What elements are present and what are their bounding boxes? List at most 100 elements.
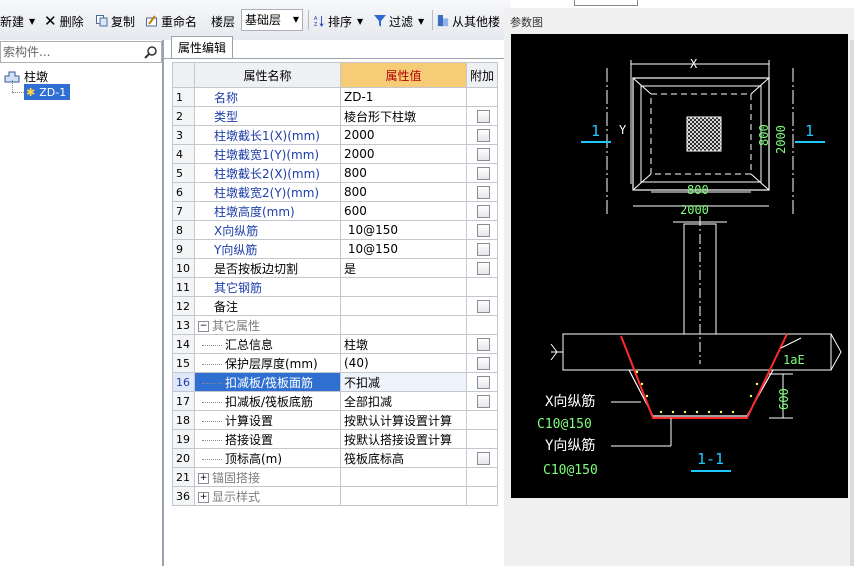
table-row[interactable]: 16 扣减板/筏板面筋 不扣减 xyxy=(172,372,498,392)
property-name-cell[interactable]: 类型 xyxy=(194,106,341,126)
property-name-cell[interactable]: Y向纵筋 xyxy=(194,239,341,259)
property-name-cell[interactable]: 顶标高(m) xyxy=(194,448,341,468)
table-row[interactable]: 20 顶标高(m) 筏板底标高 xyxy=(172,448,498,468)
property-name-cell[interactable]: 名称 xyxy=(194,87,341,107)
rename-button[interactable]: 重命名 xyxy=(146,12,197,30)
property-value-cell[interactable] xyxy=(340,486,467,506)
property-name-cell[interactable]: 扣减板/筏板底筋 xyxy=(194,391,341,411)
property-name-cell[interactable]: 其它钢筋 xyxy=(194,277,341,297)
extra-checkbox[interactable] xyxy=(477,338,490,351)
extra-checkbox[interactable] xyxy=(477,167,490,180)
extra-checkbox[interactable] xyxy=(477,300,490,313)
extra-checkbox[interactable] xyxy=(477,376,490,389)
table-row[interactable]: 3 柱墩截长1(X)(mm) 2000 xyxy=(172,125,498,145)
table-row[interactable]: 10 是否按板边切割 是 xyxy=(172,258,498,278)
table-row[interactable]: 6 柱墩截宽2(Y)(mm) 800 xyxy=(172,182,498,202)
property-value-cell[interactable]: 全部扣减 xyxy=(340,391,467,411)
table-row[interactable]: 14 汇总信息 柱墩 xyxy=(172,334,498,354)
property-value-cell[interactable]: 不扣减 xyxy=(340,372,467,392)
table-row[interactable]: 11 其它钢筋 xyxy=(172,277,498,297)
table-row[interactable]: 21 + 锚固搭接 xyxy=(172,467,498,487)
copy-from-other-floor-button[interactable]: 从其他楼 xyxy=(437,12,500,30)
table-row[interactable]: 15 保护层厚度(mm) (40) xyxy=(172,353,498,373)
new-button[interactable]: 新建 ▼ xyxy=(0,12,35,30)
property-value-cell[interactable] xyxy=(340,315,467,335)
table-row[interactable]: 4 柱墩截宽1(Y)(mm) 2000 xyxy=(172,144,498,164)
property-name-cell[interactable]: 柱墩截宽2(Y)(mm) xyxy=(194,182,341,202)
extra-checkbox[interactable] xyxy=(477,224,490,237)
expand-icon[interactable]: + xyxy=(198,491,209,503)
extra-checkbox[interactable] xyxy=(477,262,490,275)
property-value-cell[interactable] xyxy=(340,467,467,487)
property-value-cell[interactable]: 棱台形下柱墩 xyxy=(340,106,467,126)
extra-checkbox[interactable] xyxy=(477,148,490,161)
property-value-cell[interactable]: 是 xyxy=(340,258,467,278)
extra-checkbox[interactable] xyxy=(477,129,490,142)
property-value-cell[interactable]: 600 xyxy=(340,201,467,221)
tab-property-edit[interactable]: 属性编辑 xyxy=(171,36,233,59)
property-name-cell[interactable]: 柱墩截宽1(Y)(mm) xyxy=(194,144,341,164)
property-value-cell[interactable]: 筏板底标高 xyxy=(340,448,467,468)
expand-icon[interactable]: + xyxy=(198,472,209,484)
extra-checkbox[interactable] xyxy=(477,395,490,408)
property-name-cell[interactable]: + 锚固搭接 xyxy=(194,467,341,487)
property-name-cell[interactable]: 搭接设置 xyxy=(194,429,341,449)
property-value-cell[interactable]: 2000 xyxy=(340,144,467,164)
table-row[interactable]: 12 备注 xyxy=(172,296,498,316)
extra-checkbox[interactable] xyxy=(477,243,490,256)
property-value-cell[interactable] xyxy=(340,296,467,316)
property-value-cell[interactable]: 按默认计算设置计算 xyxy=(340,410,467,430)
property-value-cell[interactable] xyxy=(340,277,467,297)
property-name-cell[interactable]: − 其它属性 xyxy=(194,315,341,335)
tree-node-zd-1[interactable]: ✱ ZD-1 xyxy=(24,84,71,100)
property-name-cell[interactable]: X向纵筋 xyxy=(194,220,341,240)
property-name-cell[interactable]: 柱墩截长2(X)(mm) xyxy=(194,163,341,183)
sort-button[interactable]: AZ 排序 ▼ xyxy=(313,12,363,30)
floor-select[interactable]: 基础层 ▼ xyxy=(241,9,303,31)
header-value[interactable]: 属性值 xyxy=(340,62,467,88)
search-icon[interactable] xyxy=(144,45,158,59)
extra-checkbox[interactable] xyxy=(477,110,490,123)
property-name-cell[interactable]: 汇总信息 xyxy=(194,334,341,354)
table-row[interactable]: 18 计算设置 按默认计算设置计算 xyxy=(172,410,498,430)
window-scrollbar[interactable] xyxy=(850,40,854,566)
delete-button[interactable]: ✕ 删除 xyxy=(44,12,84,30)
search-input[interactable]: 索构件... xyxy=(0,41,162,63)
table-row[interactable]: 7 柱墩高度(mm) 600 xyxy=(172,201,498,221)
table-row[interactable]: 8 X向纵筋 10@150 xyxy=(172,220,498,240)
property-value-cell[interactable]: ZD-1 xyxy=(340,87,467,107)
property-value-cell[interactable]: (40) xyxy=(340,353,467,373)
table-row[interactable]: 13− 其它属性 xyxy=(172,315,498,335)
property-name-cell[interactable]: 计算设置 xyxy=(194,410,341,430)
tree-node-column-pier[interactable]: 柱墩 xyxy=(4,68,48,85)
extra-checkbox[interactable] xyxy=(477,357,490,370)
property-name-cell[interactable]: 备注 xyxy=(194,296,341,316)
table-row[interactable]: 9 Y向纵筋 10@150 xyxy=(172,239,498,259)
property-value-cell[interactable]: 800 xyxy=(340,182,467,202)
table-row[interactable]: 1 名称 ZD-1 xyxy=(172,87,498,107)
property-name-cell[interactable]: 扣减板/筏板面筋 xyxy=(194,372,341,392)
copy-button[interactable]: 复制 xyxy=(96,12,135,30)
table-row[interactable]: 5 柱墩截长2(X)(mm) 800 xyxy=(172,163,498,183)
table-row[interactable]: 19 搭接设置 按默认搭接设置计算 xyxy=(172,429,498,449)
property-value-cell[interactable]: 10@150 xyxy=(340,220,467,240)
property-name-cell[interactable]: 是否按板边切割 xyxy=(194,258,341,278)
header-name[interactable]: 属性名称 xyxy=(194,62,341,88)
collapse-icon[interactable]: − xyxy=(198,320,209,332)
property-value-cell[interactable]: 800 xyxy=(340,163,467,183)
filter-button[interactable]: 过滤 ▼ xyxy=(374,12,424,30)
property-name-cell[interactable]: 柱墩截长1(X)(mm) xyxy=(194,125,341,145)
property-name-cell[interactable]: + 显示样式 xyxy=(194,486,341,506)
property-value-cell[interactable]: 柱墩 xyxy=(340,334,467,354)
table-row[interactable]: 2 类型 棱台形下柱墩 xyxy=(172,106,498,126)
header-extra[interactable]: 附加 xyxy=(466,62,498,88)
table-row[interactable]: 36 + 显示样式 xyxy=(172,486,498,506)
property-value-cell[interactable]: 按默认搭接设置计算 xyxy=(340,429,467,449)
property-value-cell[interactable]: 2000 xyxy=(340,125,467,145)
extra-checkbox[interactable] xyxy=(477,205,490,218)
property-name-cell[interactable]: 柱墩高度(mm) xyxy=(194,201,341,221)
table-row[interactable]: 17 扣减板/筏板底筋 全部扣减 xyxy=(172,391,498,411)
property-value-cell[interactable]: 10@150 xyxy=(340,239,467,259)
extra-checkbox[interactable] xyxy=(477,186,490,199)
property-name-cell[interactable]: 保护层厚度(mm) xyxy=(194,353,341,373)
